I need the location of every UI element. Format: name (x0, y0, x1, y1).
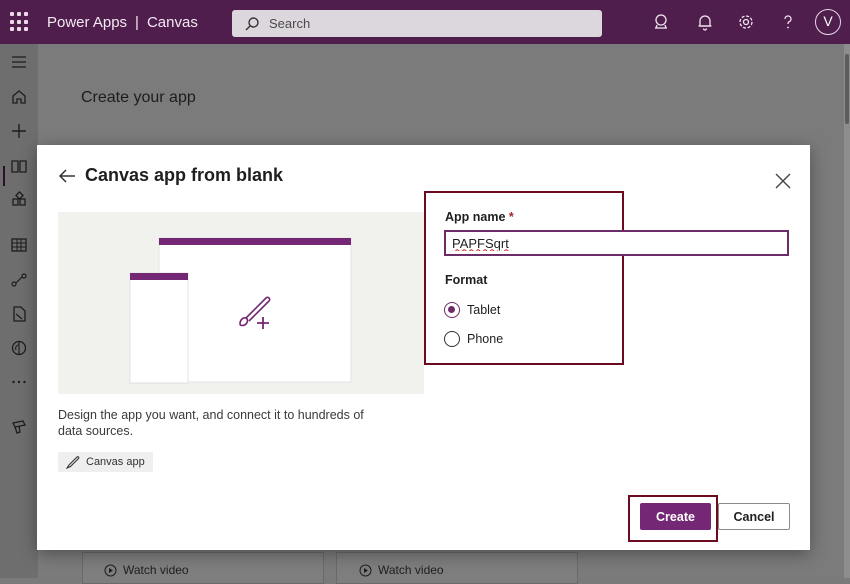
canvas-app-dialog: Canvas app from blank Design the app you… (37, 145, 810, 550)
app-preview-illustration (58, 212, 424, 394)
ai-icon[interactable] (10, 339, 28, 357)
dialog-title: Canvas app from blank (85, 165, 284, 185)
search-icon (245, 17, 259, 31)
waffle-icon[interactable] (10, 12, 30, 32)
back-arrow-icon[interactable] (57, 167, 77, 185)
required-marker: * (508, 210, 514, 224)
watch-video-label: Watch video (378, 563, 444, 577)
search-box[interactable]: Search (232, 10, 602, 37)
canvas-app-chip: Canvas app (58, 452, 153, 472)
app-name-input[interactable] (444, 230, 789, 256)
home-icon[interactable] (10, 88, 28, 106)
page-title: Create your app (81, 89, 196, 106)
left-nav (0, 44, 38, 578)
watch-video-label: Watch video (123, 563, 189, 577)
watch-video-link[interactable]: Watch video (104, 563, 189, 577)
brush-icon (66, 456, 80, 469)
dialog-description: Design the app you want, and connect it … (58, 408, 364, 438)
top-bar: Power Apps | Canvas Search V (0, 0, 850, 44)
apps-icon[interactable] (10, 191, 28, 209)
power-platform-icon[interactable] (10, 418, 28, 436)
play-icon (104, 564, 117, 576)
hamburger-icon[interactable] (10, 53, 28, 71)
chip-label: Canvas app (86, 456, 145, 468)
create-button[interactable]: Create (640, 503, 711, 530)
tables-icon[interactable] (10, 236, 28, 254)
radio-phone[interactable] (444, 331, 460, 347)
watch-video-link[interactable]: Watch video (359, 563, 444, 577)
play-icon (359, 564, 372, 576)
app-name-label-text: App name (445, 210, 506, 224)
solutions-icon[interactable] (10, 305, 28, 323)
bell-icon[interactable] (695, 12, 715, 32)
learn-icon[interactable] (10, 157, 28, 175)
flows-icon[interactable] (10, 271, 28, 289)
close-icon[interactable] (774, 172, 792, 190)
page-scrollbar[interactable] (844, 44, 850, 578)
environment-icon[interactable] (651, 12, 671, 32)
radio-phone-label[interactable]: Phone (467, 332, 503, 346)
gear-icon[interactable] (736, 12, 756, 32)
active-indicator (3, 166, 5, 186)
radio-tablet-label[interactable]: Tablet (467, 303, 500, 317)
app-name: Power Apps (47, 14, 128, 31)
tablet-phone-illustration (129, 237, 352, 384)
format-label: Format (445, 273, 488, 287)
search-placeholder: Search (269, 16, 311, 31)
scrollbar-thumb[interactable] (845, 54, 849, 124)
radio-tablet[interactable] (444, 302, 460, 318)
brand-separator: | (135, 14, 139, 31)
app-brand[interactable]: Power Apps | Canvas (47, 14, 198, 31)
plus-icon[interactable] (10, 122, 28, 140)
more-icon[interactable] (10, 373, 28, 391)
app-name-label: App name * (445, 210, 514, 224)
app-section: Canvas (146, 14, 198, 31)
cancel-button[interactable]: Cancel (718, 503, 790, 530)
avatar[interactable]: V (815, 9, 841, 35)
help-icon[interactable] (778, 12, 798, 32)
